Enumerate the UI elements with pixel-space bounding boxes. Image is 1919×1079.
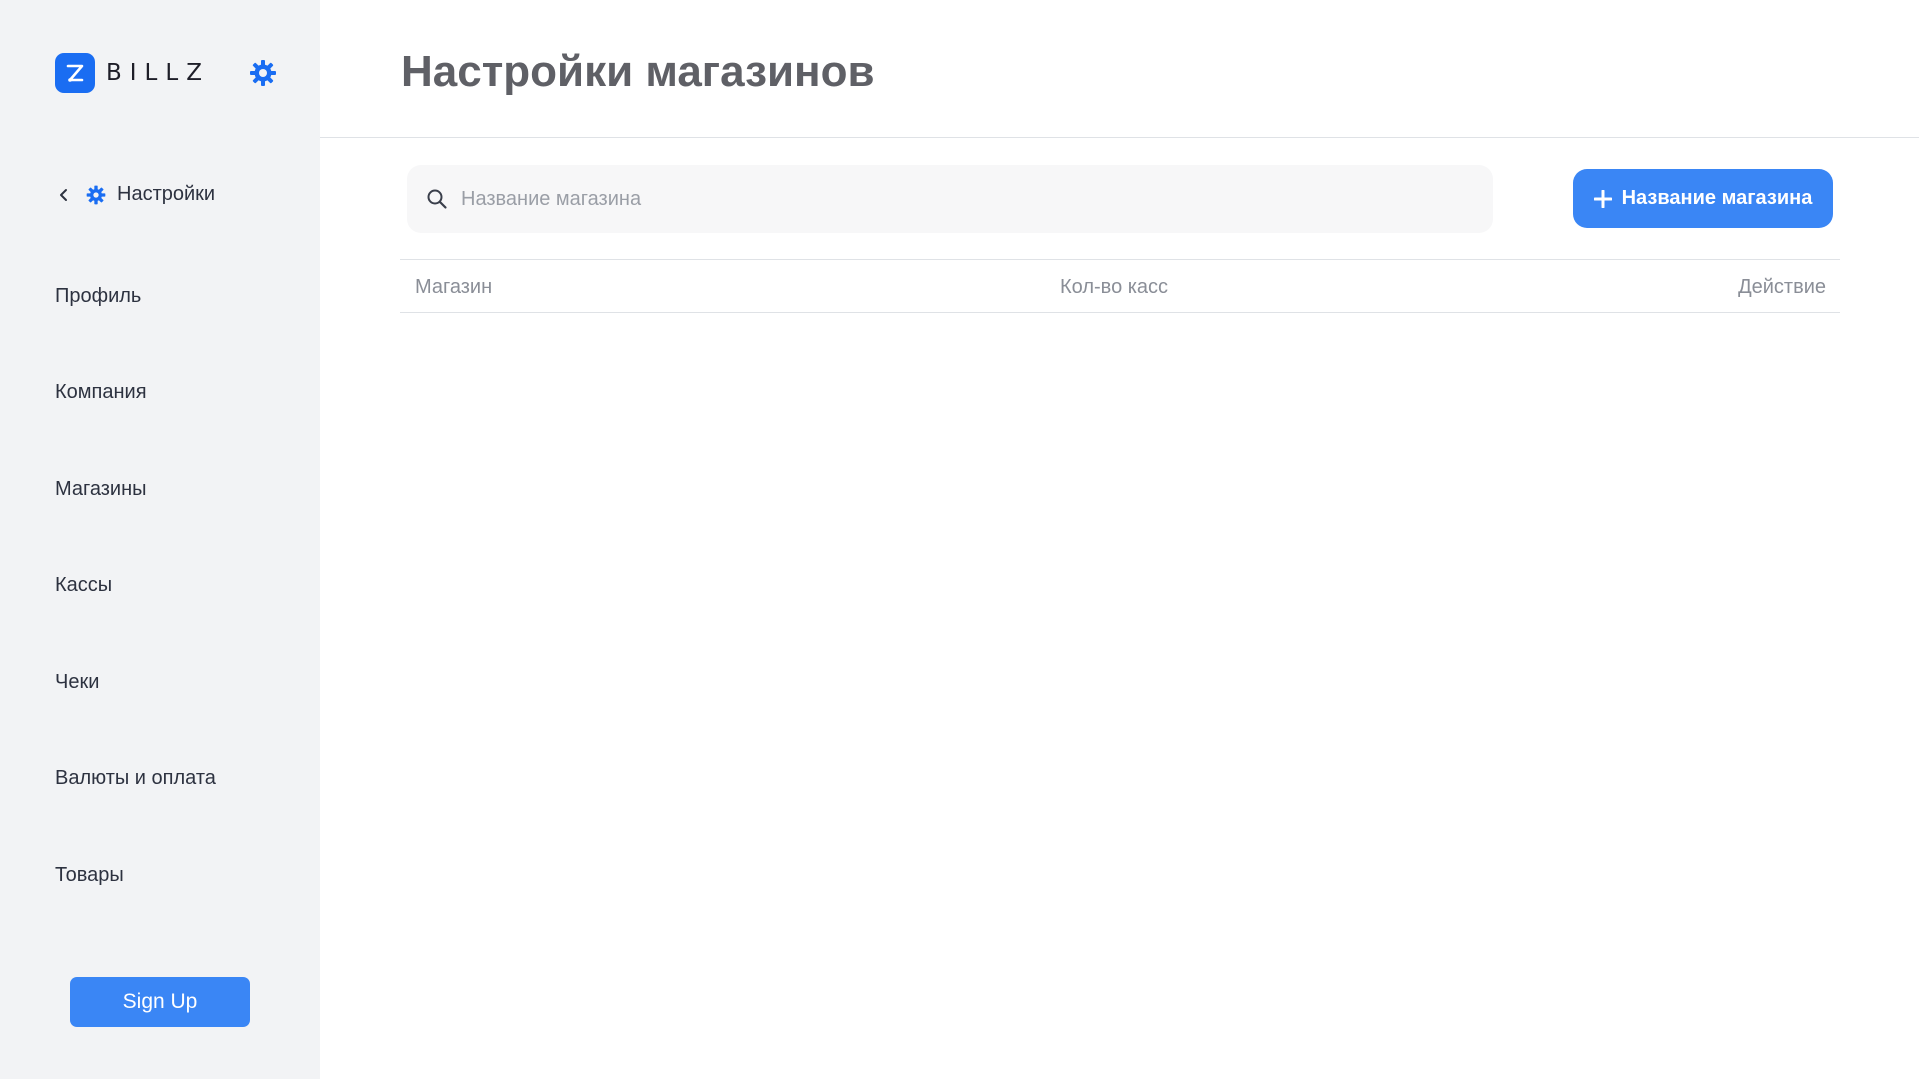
brand-name: BILLZ bbox=[106, 60, 210, 86]
billz-logo-icon bbox=[55, 53, 95, 93]
gear-icon bbox=[86, 185, 106, 205]
sidebar-item-registers[interactable]: Кассы bbox=[55, 572, 112, 598]
sign-up-button[interactable]: Sign Up bbox=[70, 977, 250, 1027]
sidebar-item-company[interactable]: Компания bbox=[55, 379, 147, 405]
add-store-label: Название магазина bbox=[1621, 187, 1813, 209]
chevron-left-icon bbox=[58, 187, 70, 203]
search-box[interactable] bbox=[407, 165, 1493, 233]
main-content: Настройки магазинов Название магазина Ма… bbox=[320, 0, 1919, 1079]
search-icon bbox=[425, 187, 449, 211]
brand-logo[interactable]: BILLZ bbox=[55, 53, 210, 93]
sidebar-item-stores[interactable]: Магазины bbox=[55, 476, 147, 502]
add-store-button[interactable]: Название магазина bbox=[1573, 169, 1833, 228]
page-header: Настройки магазинов bbox=[320, 0, 1919, 138]
column-header-action: Действие bbox=[1738, 276, 1826, 298]
search-input[interactable] bbox=[459, 178, 1463, 220]
page-title: Настройки магазинов bbox=[401, 47, 875, 96]
column-header-register-count[interactable]: Кол-во касс bbox=[1060, 275, 1168, 299]
stores-table-header: Магазин Кол-во касс Действие bbox=[400, 259, 1840, 313]
sidebar-item-profile[interactable]: Профиль bbox=[55, 283, 141, 309]
sidebar-item-products[interactable]: Товары bbox=[55, 862, 124, 888]
settings-back-label: Настройки bbox=[117, 183, 216, 205]
column-header-store[interactable]: Магазин bbox=[415, 275, 492, 299]
sidebar-item-currencies-payment[interactable]: Валюты и оплата bbox=[55, 765, 216, 791]
gear-icon[interactable] bbox=[248, 58, 278, 88]
plus-icon bbox=[1593, 189, 1613, 208]
settings-back-link[interactable]: Настройки bbox=[58, 183, 215, 206]
sidebar: BILLZ Настройки Профиль Компания Магазин… bbox=[0, 0, 320, 1079]
sidebar-item-receipts[interactable]: Чеки bbox=[55, 669, 99, 695]
app-window: BILLZ Настройки Профиль Компания Магазин… bbox=[0, 0, 1919, 1079]
